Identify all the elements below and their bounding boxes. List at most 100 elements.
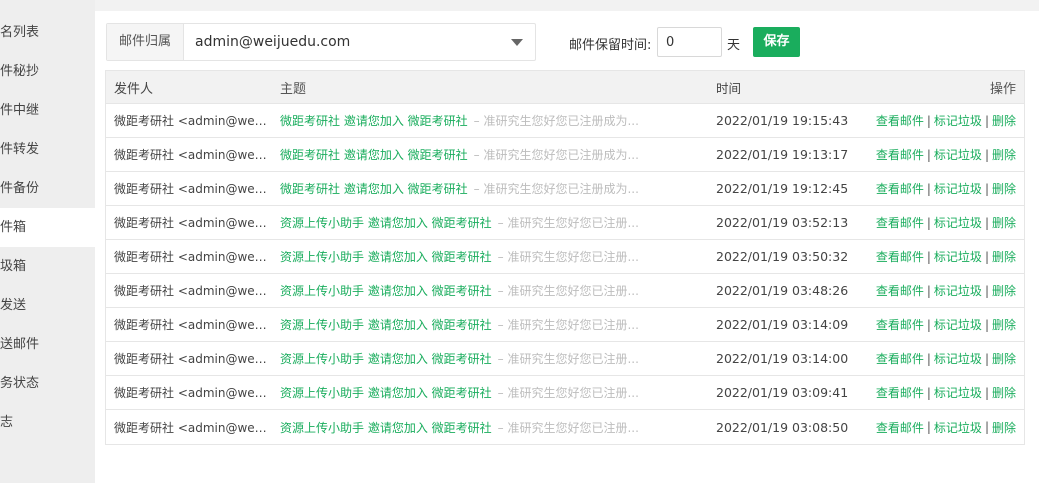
action-separator: | — [926, 181, 931, 196]
mark-spam-link[interactable]: 标记垃圾 — [934, 112, 982, 129]
table-row: 微距考研社 <admin@weij... 微距考研社 邀请您加入 微距考研社 – 准… — [106, 172, 1024, 206]
subject-text[interactable]: 资源上传小助手 邀请您加入 微距考研社 — [280, 282, 492, 299]
action-separator: | — [926, 215, 931, 230]
actions-cell: 查看邮件 | 标记垃圾 | 删除 — [846, 274, 1016, 307]
view-mail-link[interactable]: 查看邮件 — [876, 419, 924, 436]
delete-link[interactable]: 删除 — [992, 112, 1016, 129]
sidebar-item-relay[interactable]: 件中继 — [0, 91, 95, 130]
time-cell: 2022/01/19 03:50:32 — [716, 249, 849, 264]
subject-cell[interactable]: 资源上传小助手 邀请您加入 微距考研社 – 准研究生您好您已注册... — [280, 342, 640, 375]
sender-cell: 微距考研社 <admin@weij... — [114, 104, 270, 137]
sidebar: 名列表 件秘抄 件中继 件转发 件备份 件箱 圾箱 发送 送邮件 务状态 志 — [0, 0, 95, 483]
subject-preview: – 准研究生您好您已注册成为... — [473, 182, 639, 196]
delete-link[interactable]: 删除 — [992, 282, 1016, 299]
sidebar-item-label: 名列表 — [0, 25, 40, 40]
subject-text[interactable]: 资源上传小助手 邀请您加入 微距考研社 — [280, 214, 492, 231]
delete-link[interactable]: 删除 — [992, 248, 1016, 265]
delete-link[interactable]: 删除 — [992, 419, 1016, 436]
mark-spam-link[interactable]: 标记垃圾 — [934, 350, 982, 367]
delete-link[interactable]: 删除 — [992, 384, 1016, 401]
view-mail-link[interactable]: 查看邮件 — [876, 214, 924, 231]
delete-link[interactable]: 删除 — [992, 146, 1016, 163]
owner-label: 邮件归属 — [107, 24, 184, 60]
delete-link[interactable]: 删除 — [992, 316, 1016, 333]
actions-cell: 查看邮件 | 标记垃圾 | 删除 — [846, 172, 1016, 205]
action-separator: | — [984, 147, 989, 162]
owner-select[interactable]: admin@weijuedu.com — [184, 24, 535, 60]
subject-text[interactable]: 资源上传小助手 邀请您加入 微距考研社 — [280, 316, 492, 333]
sidebar-item-backup[interactable]: 件备份 — [0, 169, 95, 208]
sidebar-item-label: 件中继 — [0, 103, 40, 118]
save-button[interactable]: 保存 — [753, 27, 800, 57]
sidebar-item-send-mail[interactable]: 送邮件 — [0, 325, 95, 364]
subject-cell[interactable]: 资源上传小助手 邀请您加入 微距考研社 – 准研究生您好您已注册... — [280, 308, 640, 341]
sidebar-item-send[interactable]: 发送 — [0, 286, 95, 325]
mark-spam-link[interactable]: 标记垃圾 — [934, 146, 982, 163]
sender-text: 微距考研社 <admin@weij... — [114, 386, 270, 400]
delete-link[interactable]: 删除 — [992, 350, 1016, 367]
sidebar-item-list[interactable]: 名列表 — [0, 13, 95, 52]
subject-cell[interactable]: 资源上传小助手 邀请您加入 微距考研社 – 准研究生您好您已注册... — [280, 376, 640, 409]
actions-cell: 查看邮件 | 标记垃圾 | 删除 — [846, 240, 1016, 273]
subject-text[interactable]: 微距考研社 邀请您加入 微距考研社 — [280, 180, 468, 197]
subject-cell[interactable]: 资源上传小助手 邀请您加入 微距考研社 – 准研究生您好您已注册... — [280, 274, 640, 307]
subject-text[interactable]: 资源上传小助手 邀请您加入 微距考研社 — [280, 384, 492, 401]
subject-text[interactable]: 微距考研社 邀请您加入 微距考研社 — [280, 146, 468, 163]
mark-spam-link[interactable]: 标记垃圾 — [934, 180, 982, 197]
subject-cell[interactable]: 微距考研社 邀请您加入 微距考研社 – 准研究生您好您已注册成为... — [280, 104, 640, 137]
sidebar-item-forward[interactable]: 件转发 — [0, 130, 95, 169]
time-cell: 2022/01/19 03:09:41 — [716, 385, 849, 400]
mark-spam-link[interactable]: 标记垃圾 — [934, 282, 982, 299]
table-row: 微距考研社 <admin@weij... 资源上传小助手 邀请您加入 微距考研社 –… — [106, 206, 1024, 240]
action-separator: | — [926, 283, 931, 298]
retention-input[interactable] — [657, 27, 722, 57]
sender-text: 微距考研社 <admin@weij... — [114, 182, 270, 196]
subject-preview: – 准研究生您好您已注册... — [497, 284, 639, 298]
view-mail-link[interactable]: 查看邮件 — [876, 384, 924, 401]
mark-spam-link[interactable]: 标记垃圾 — [934, 419, 982, 436]
sidebar-item-label: 发送 — [0, 298, 27, 313]
subject-text[interactable]: 资源上传小助手 邀请您加入 微距考研社 — [280, 419, 492, 436]
sidebar-item-inbox[interactable]: 件箱 — [0, 208, 95, 247]
table-row: 微距考研社 <admin@weij... 微距考研社 邀请您加入 微距考研社 – 准… — [106, 138, 1024, 172]
owner-filter: 邮件归属 admin@weijuedu.com — [106, 23, 536, 61]
sidebar-item-log[interactable]: 志 — [0, 403, 95, 442]
table-row: 微距考研社 <admin@weij... 资源上传小助手 邀请您加入 微距考研社 –… — [106, 376, 1024, 410]
subject-cell[interactable]: 资源上传小助手 邀请您加入 微距考研社 – 准研究生您好您已注册... — [280, 206, 640, 239]
subject-cell[interactable]: 微距考研社 邀请您加入 微距考研社 – 准研究生您好您已注册成为... — [280, 138, 640, 171]
action-separator: | — [926, 113, 931, 128]
subject-preview: – 准研究生您好您已注册成为... — [473, 148, 639, 162]
sender-text: 微距考研社 <admin@weij... — [114, 352, 270, 366]
subject-cell[interactable]: 微距考研社 邀请您加入 微距考研社 – 准研究生您好您已注册成为... — [280, 172, 640, 205]
top-strip — [95, 0, 1039, 11]
view-mail-link[interactable]: 查看邮件 — [876, 350, 924, 367]
sidebar-item-spam[interactable]: 圾箱 — [0, 247, 95, 286]
view-mail-link[interactable]: 查看邮件 — [876, 112, 924, 129]
delete-link[interactable]: 删除 — [992, 180, 1016, 197]
mark-spam-link[interactable]: 标记垃圾 — [934, 248, 982, 265]
subject-text[interactable]: 微距考研社 邀请您加入 微距考研社 — [280, 112, 468, 129]
actions-cell: 查看邮件 | 标记垃圾 | 删除 — [846, 410, 1016, 444]
mark-spam-link[interactable]: 标记垃圾 — [934, 316, 982, 333]
view-mail-link[interactable]: 查看邮件 — [876, 248, 924, 265]
mark-spam-link[interactable]: 标记垃圾 — [934, 214, 982, 231]
action-separator: | — [984, 215, 989, 230]
view-mail-link[interactable]: 查看邮件 — [876, 282, 924, 299]
mark-spam-link[interactable]: 标记垃圾 — [934, 384, 982, 401]
delete-link[interactable]: 删除 — [992, 214, 1016, 231]
subject-text[interactable]: 资源上传小助手 邀请您加入 微距考研社 — [280, 350, 492, 367]
subject-text[interactable]: 资源上传小助手 邀请您加入 微距考研社 — [280, 248, 492, 265]
actions-cell: 查看邮件 | 标记垃圾 | 删除 — [846, 308, 1016, 341]
time-cell: 2022/01/19 03:14:09 — [716, 317, 849, 332]
sender-cell: 微距考研社 <admin@weij... — [114, 240, 270, 273]
sender-cell: 微距考研社 <admin@weij... — [114, 138, 270, 171]
time-cell: 2022/01/19 03:48:26 — [716, 283, 849, 298]
subject-cell[interactable]: 资源上传小助手 邀请您加入 微距考研社 – 准研究生您好您已注册... — [280, 240, 640, 273]
subject-cell[interactable]: 资源上传小助手 邀请您加入 微距考研社 – 准研究生您好您已注册... — [280, 410, 640, 444]
sender-text: 微距考研社 <admin@weij... — [114, 250, 270, 264]
sidebar-item-service-status[interactable]: 务状态 — [0, 364, 95, 403]
sidebar-item-bcc[interactable]: 件秘抄 — [0, 52, 95, 91]
view-mail-link[interactable]: 查看邮件 — [876, 316, 924, 333]
view-mail-link[interactable]: 查看邮件 — [876, 180, 924, 197]
view-mail-link[interactable]: 查看邮件 — [876, 146, 924, 163]
